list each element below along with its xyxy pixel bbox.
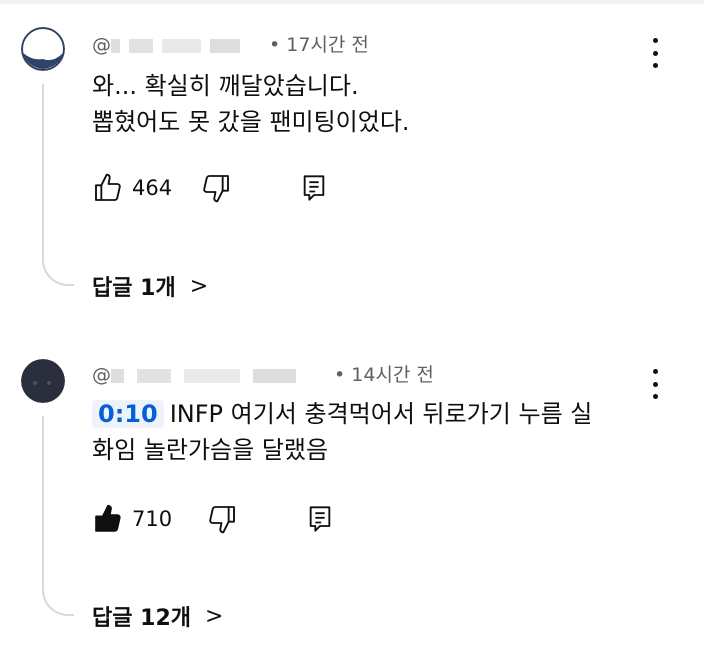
comment-meta: @ • 14시간 전	[92, 360, 434, 387]
view-replies-button[interactable]: 답글 12개 >	[92, 600, 223, 632]
comment-line: 0:10 INFP 여기서 충격먹어서 뒤로가기 누름 실	[92, 396, 592, 432]
thumbs-down-icon[interactable]	[206, 503, 238, 535]
comment-text: 0:10 INFP 여기서 충격먹어서 뒤로가기 누름 실 화임 놀란가슴을 달랬…	[92, 396, 592, 468]
thread-line	[42, 416, 74, 616]
comment-actions: 464	[92, 168, 328, 208]
comment-line: 화임 놀란가슴을 달랬음	[92, 436, 329, 464]
chevron-right-icon: >	[189, 273, 209, 299]
top-divider	[0, 0, 704, 4]
comment-meta: @ • 17시간 전	[92, 30, 369, 57]
avatar-image	[21, 27, 65, 71]
comment-time: • 14시간 전	[334, 364, 434, 386]
view-replies-button[interactable]: 답글 1개 >	[92, 270, 208, 302]
more-vert-icon[interactable]	[643, 369, 667, 399]
comment-text: 와... 확실히 깨달았습니다. 뽑혔어도 못 갔을 팬미팅이었다.	[92, 68, 410, 140]
author-handle[interactable]: @	[92, 364, 111, 386]
avatar[interactable]	[21, 27, 65, 71]
comment-line-text: INFP 여기서 충격먹어서 뒤로가기 누름 실	[169, 400, 593, 428]
like-count: 464	[132, 176, 173, 200]
thread-line	[42, 84, 74, 286]
avatar[interactable]	[21, 359, 65, 403]
replies-label: 답글 1개	[92, 276, 176, 301]
thumbs-up-icon[interactable]	[92, 503, 124, 535]
reply-icon[interactable]	[300, 172, 328, 204]
reply-icon[interactable]	[306, 503, 334, 535]
comment-time: • 17시간 전	[269, 34, 369, 56]
timestamp-link[interactable]: 0:10	[92, 400, 164, 428]
thumbs-down-icon[interactable]	[200, 172, 232, 204]
comment-actions: 710	[92, 499, 334, 539]
replies-label: 답글 12개	[92, 606, 191, 631]
chevron-right-icon: >	[205, 603, 224, 629]
avatar-image	[21, 359, 65, 403]
author-handle[interactable]: @	[92, 34, 111, 56]
author-handle-obscured	[111, 38, 261, 53]
comment-line: 뽑혔어도 못 갔을 팬미팅이었다.	[92, 108, 410, 136]
author-handle-obscured	[111, 368, 326, 383]
comment-line: 와... 확실히 깨달았습니다.	[92, 72, 359, 100]
like-count: 710	[132, 507, 173, 531]
thumbs-up-icon[interactable]	[92, 172, 124, 204]
more-vert-icon[interactable]	[643, 38, 667, 68]
